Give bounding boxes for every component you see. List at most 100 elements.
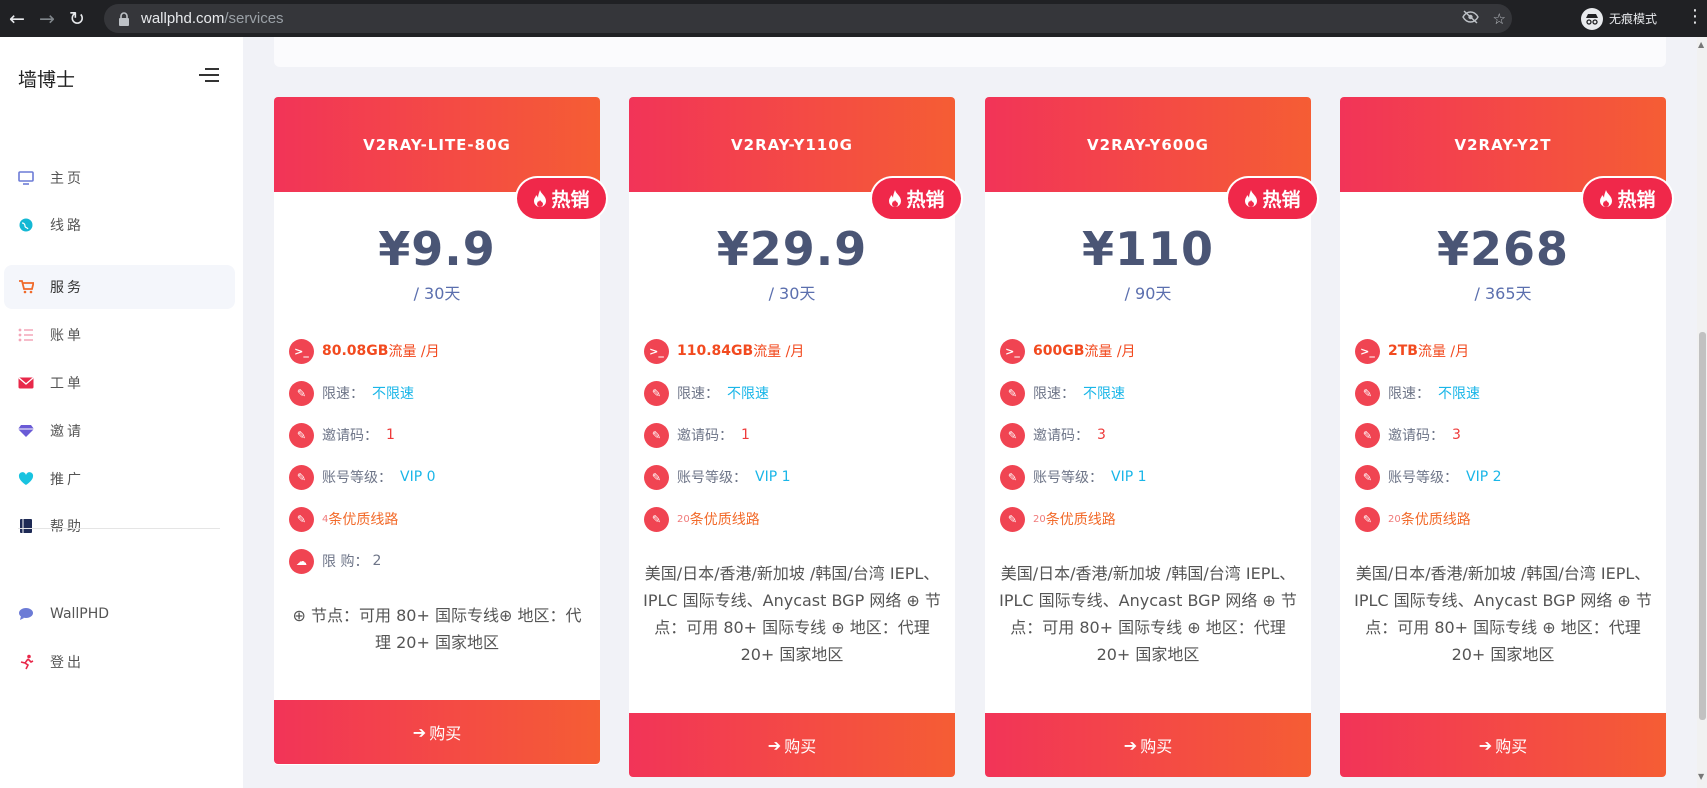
vip-value: VIP 2 (1466, 469, 1502, 485)
lines-label: 条优质线路 (1045, 512, 1116, 528)
invite-value: 3 (1452, 427, 1461, 443)
chat-icon (18, 606, 34, 622)
monitor-icon (18, 170, 34, 186)
globe-icon (18, 217, 34, 233)
vip-label: 账号等级： (677, 470, 747, 486)
hot-badge: 热销 (872, 178, 961, 219)
pen-icon: ✎ (644, 464, 669, 490)
pen-icon: ✎ (644, 506, 669, 532)
arrow-right-icon: ➔ (1478, 735, 1493, 755)
plan-description: ⊕ 节点：可用 80+ 国际专线⊕ 地区：代理 20+ 国家地区 (292, 606, 582, 652)
vip-value: VIP 1 (755, 469, 791, 485)
sidebar-item-home[interactable]: 主页 (4, 156, 235, 200)
speed-label: 限速： (1388, 386, 1430, 402)
speed-label: 限速： (1033, 386, 1075, 402)
reload-icon[interactable]: ↻ (62, 4, 92, 34)
lines-count: 20 (1033, 513, 1046, 525)
fire-icon (534, 189, 547, 207)
plan-period: / 365天 (1474, 284, 1532, 303)
plan-period: / 30天 (768, 284, 816, 303)
buy-label: 购买 (1140, 737, 1173, 756)
browser-menu-icon[interactable]: ⋮ (1686, 6, 1704, 27)
hot-label: 热销 (1262, 189, 1301, 211)
incognito-icon (1581, 7, 1603, 30)
top-panel (274, 37, 1666, 67)
feature-vip: ✎ 账号等级： VIP 2 (1340, 456, 1666, 498)
buy-button[interactable]: ➔ 购买 (274, 700, 600, 764)
traffic-value: 2TB (1388, 343, 1418, 359)
incognito-indicator[interactable]: 无痕模式 (1581, 4, 1657, 33)
plan-description: 美国/日本/香港/新加坡 /韩国/台湾 IEPL、IPLC 国际专线、Anyca… (999, 564, 1297, 664)
hot-label: 热销 (906, 189, 945, 211)
invite-label: 邀请码： (1033, 428, 1089, 444)
pen-icon: ✎ (289, 506, 314, 532)
pen-icon: ✎ (1355, 380, 1380, 406)
buy-label: 购买 (784, 737, 817, 756)
pen-icon: ✎ (1000, 506, 1025, 532)
terminal-icon: >_ (644, 338, 669, 364)
fire-icon (1600, 189, 1613, 207)
feature-limit: ☁ 限 购： 2 (274, 540, 600, 582)
traffic-unit: 流量 /月 (388, 344, 440, 360)
pen-icon: ✎ (1000, 464, 1025, 490)
scroll-up-icon[interactable]: ▲ (1698, 40, 1704, 49)
speed-label: 限速： (322, 386, 364, 402)
pen-icon: ✎ (1000, 380, 1025, 406)
speed-value: 不限速 (372, 386, 414, 402)
buy-button[interactable]: ➔ 购买 (985, 713, 1311, 777)
url-path: /services (224, 10, 284, 27)
feature-invite: ✎ 邀请码： 1 (629, 414, 955, 456)
plan-description: 美国/日本/香港/新加坡 /韩国/台湾 IEPL、IPLC 国际专线、Anyca… (643, 564, 941, 664)
sidebar-item-tickets[interactable]: 工单 (4, 361, 235, 405)
speed-value: 不限速 (1083, 386, 1125, 402)
traffic-unit: 流量 /月 (1417, 344, 1470, 360)
sidebar-item-promote[interactable]: 推广 (4, 457, 235, 501)
limit-value: 2 (372, 553, 382, 569)
sidebar-item-invite[interactable]: 邀请 (4, 409, 235, 453)
speed-label: 限速： (677, 386, 719, 402)
lines-label: 条优质线路 (328, 512, 399, 528)
buy-label: 购买 (1495, 737, 1528, 756)
sidebar-item-lines[interactable]: 线路 (4, 203, 235, 247)
plan-price: ¥29.9 (716, 222, 868, 276)
cloud-icon: ☁ (289, 548, 314, 574)
sidebar-item-services[interactable]: 服务 (4, 265, 235, 309)
scrollbar-thumb[interactable] (1699, 332, 1706, 720)
plan-card: V2RAY-LITE-80G 热销 ¥9.9 / 30天 >_ 80.08GB 流… (274, 97, 606, 765)
invite-value: 3 (1097, 427, 1106, 443)
sidebar-item-logout[interactable]: 登出 (4, 640, 235, 684)
mail-icon (18, 375, 34, 391)
buy-button[interactable]: ➔ 购买 (1340, 713, 1666, 777)
buy-button[interactable]: ➔ 购买 (629, 713, 955, 777)
plan-price: ¥268 (1436, 222, 1570, 276)
logout-icon (18, 654, 34, 670)
plan-period: / 90天 (1124, 284, 1172, 303)
feature-traffic: >_ 600GB 流量 /月 (985, 330, 1311, 372)
traffic-unit: 流量 /月 (753, 344, 805, 360)
invite-label: 邀请码： (322, 428, 378, 444)
traffic-value: 80.08GB (322, 343, 389, 359)
back-arrow-icon[interactable]: ← (2, 4, 32, 34)
plan-card: V2RAY-Y110G 热销 ¥29.9 / 30天 >_ 110.84GB 流量… (629, 97, 961, 777)
plan-card: V2RAY-Y2T 热销 ¥268 / 365天 >_ 2TB 流量 /月 ✎ 限… (1340, 97, 1672, 777)
sidebar-item-label: 登出 (50, 655, 84, 671)
sidebar-item-wallphd[interactable]: WallPHD (4, 592, 235, 636)
scroll-down-icon[interactable]: ▼ (1698, 772, 1704, 781)
vip-label: 账号等级： (322, 470, 392, 486)
incognito-label: 无痕模式 (1609, 12, 1658, 26)
sidebar-item-label: WallPHD (50, 606, 110, 622)
forward-arrow-icon[interactable]: → (32, 4, 62, 34)
pen-icon: ✎ (289, 380, 314, 406)
feature-invite: ✎ 邀请码： 3 (985, 414, 1311, 456)
sidebar-item-label: 工单 (50, 376, 84, 392)
sidebar-item-billing[interactable]: 账单 (4, 313, 235, 357)
sidebar-item-help[interactable]: 帮助 (4, 504, 235, 548)
traffic-unit: 流量 /月 (1084, 344, 1136, 360)
menu-toggle-icon[interactable] (199, 68, 219, 86)
star-icon[interactable]: ☆ (1493, 10, 1506, 28)
pen-icon: ✎ (644, 380, 669, 406)
vip-label: 账号等级： (1388, 470, 1458, 486)
invite-label: 邀请码： (1388, 428, 1444, 444)
address-bar[interactable]: wallphd.com/services ☆ (104, 4, 1512, 33)
eye-slash-icon[interactable] (1461, 9, 1479, 28)
